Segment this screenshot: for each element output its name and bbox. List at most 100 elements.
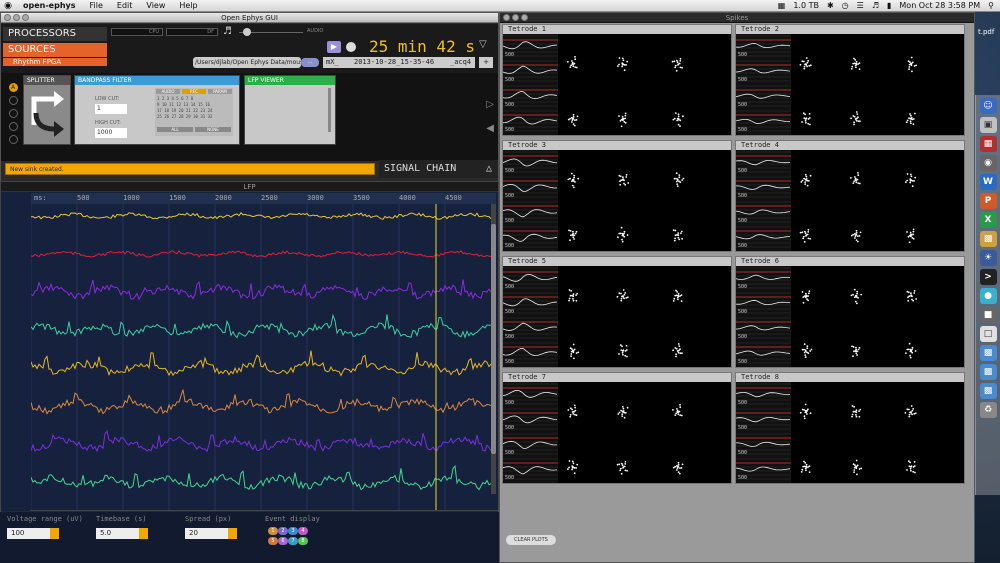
- voltage-range-select[interactable]: 100: [7, 528, 59, 539]
- tetrode-panel[interactable]: Tetrode 4 500 500 500 500: [735, 140, 965, 252]
- splitter-editor[interactable]: SPLITTER: [23, 75, 71, 145]
- tab-audio[interactable]: AUDIO: [156, 89, 180, 94]
- folder-icon[interactable]: ▩: [979, 231, 997, 247]
- calendar-icon[interactable]: ▦: [979, 136, 997, 152]
- speaker-icon[interactable]: ♬: [223, 26, 239, 38]
- chain-selector-c[interactable]: [8, 109, 18, 118]
- minimize-window-button[interactable]: [13, 14, 20, 21]
- menu-app-name[interactable]: open-ephys: [16, 1, 83, 10]
- trash-icon[interactable]: ♻: [979, 402, 997, 418]
- high-cut-input[interactable]: 1000: [95, 128, 127, 138]
- tetrode-panel[interactable]: Tetrode 5 500 500 500 500: [502, 256, 732, 368]
- tetrode-plot[interactable]: 500 500 500 500: [736, 150, 964, 251]
- zoom-window-button[interactable]: [22, 14, 29, 21]
- powerpoint-icon[interactable]: P: [979, 193, 997, 209]
- tetrode-plot[interactable]: 500 500 500 500: [503, 382, 731, 483]
- menu-file[interactable]: File: [83, 1, 110, 10]
- app-icon[interactable]: ☀: [979, 250, 997, 266]
- menu-help[interactable]: Help: [172, 1, 204, 10]
- chevron-left-icon[interactable]: ◀: [486, 123, 494, 134]
- menubar-datetime[interactable]: Mon Oct 28 3:58 PM: [899, 1, 980, 10]
- tetrode-panel[interactable]: Tetrode 6 500 500 500 500: [735, 256, 965, 368]
- spikes-window-titlebar[interactable]: Spikes: [500, 13, 974, 23]
- lfp-scrollbar[interactable]: [491, 204, 496, 494]
- low-cut-input[interactable]: 1: [95, 104, 127, 114]
- record-button[interactable]: [346, 42, 356, 52]
- data-path-field[interactable]: /Users/djlab/Open Ephys Data/mouseX: [193, 57, 301, 68]
- event-button-1[interactable]: 1: [268, 527, 278, 535]
- terminal-icon[interactable]: >: [979, 269, 997, 285]
- select-none-button[interactable]: NONE: [195, 127, 231, 132]
- document-icon[interactable]: □: [979, 326, 997, 342]
- chevron-right-icon[interactable]: ▷: [486, 99, 494, 110]
- disk-label[interactable]: 1.0 TB: [793, 1, 819, 10]
- chain-selector-d[interactable]: [8, 122, 18, 131]
- chain-selector-b[interactable]: [8, 96, 18, 105]
- timebase-select[interactable]: 5.0: [96, 528, 148, 539]
- clear-plots-button[interactable]: CLEAR PLOTS: [506, 535, 556, 545]
- event-button-8[interactable]: 8: [298, 537, 308, 545]
- lfp-window-titlebar[interactable]: LFP: [1, 182, 498, 192]
- battery-icon[interactable]: ▮: [887, 1, 891, 10]
- tetrode-panel[interactable]: Tetrode 1 500 500 500 500: [502, 24, 732, 136]
- excel-icon[interactable]: X: [979, 212, 997, 228]
- filename-suffix-field[interactable]: _acq4: [447, 57, 475, 68]
- dropdown-arrow-icon[interactable]: [50, 528, 59, 539]
- tab-param[interactable]: PARAM: [208, 89, 232, 94]
- filename-prefix-field[interactable]: mX_: [323, 57, 351, 68]
- folder-icon[interactable]: ▩: [979, 364, 997, 380]
- wifi-icon[interactable]: ☰: [857, 1, 864, 10]
- apple-icon[interactable]: ◉: [0, 1, 16, 11]
- bluetooth-icon[interactable]: ✱: [827, 1, 834, 10]
- search-icon[interactable]: ⚲: [988, 1, 994, 10]
- word-icon[interactable]: W: [979, 174, 997, 190]
- chain-selector-e[interactable]: [8, 135, 18, 144]
- browse-path-button[interactable]: ...: [301, 58, 319, 67]
- lfp-trace-plot[interactable]: [31, 204, 491, 510]
- zoom-window-button[interactable]: [521, 14, 528, 21]
- tetrode-panel[interactable]: Tetrode 3 500 500 500 500: [502, 140, 732, 252]
- event-button-6[interactable]: 6: [278, 537, 288, 545]
- desktop-file-label[interactable]: t.pdf: [978, 28, 994, 36]
- tetrode-plot[interactable]: 500 500 500 500: [503, 150, 731, 251]
- clock-icon[interactable]: ◷: [842, 1, 849, 10]
- tetrode-plot[interactable]: 500 500 500 500: [736, 382, 964, 483]
- tetrode-plot[interactable]: 500 500 500 500: [736, 34, 964, 135]
- event-button-5[interactable]: 5: [268, 537, 278, 545]
- tab-rec[interactable]: REC: [182, 89, 206, 94]
- preview-icon[interactable]: ▣: [979, 117, 997, 133]
- sources-tab[interactable]: SOURCES: [3, 43, 107, 57]
- splitter-arrow-icon[interactable]: [24, 85, 70, 143]
- folder-icon[interactable]: ▩: [979, 383, 997, 399]
- main-window-titlebar[interactable]: Open Ephys GUI: [1, 13, 498, 23]
- processors-tab[interactable]: PROCESSORS: [3, 27, 107, 41]
- filename-date-field[interactable]: 2013-10-28_15-35-46: [351, 57, 447, 68]
- volume-icon[interactable]: ♬: [872, 1, 879, 10]
- channel-row[interactable]: 25 26 27 28 29 30 31 32: [157, 114, 231, 120]
- dropdown-arrow-icon[interactable]: [228, 528, 237, 539]
- new-directory-button[interactable]: +: [479, 57, 493, 68]
- tetrode-plot[interactable]: 500 500 500 500: [736, 266, 964, 367]
- chevron-down-icon[interactable]: ▽: [479, 39, 487, 50]
- source-item-rhythm-fpga[interactable]: Rhythm FPGA: [3, 58, 107, 66]
- tetrode-plot[interactable]: 500 500 500 500: [503, 34, 731, 135]
- tetrode-panel[interactable]: Tetrode 8 500 500 500 500: [735, 372, 965, 484]
- dropdown-arrow-icon[interactable]: [139, 528, 148, 539]
- volume-slider-knob[interactable]: [243, 28, 251, 36]
- finder-icon[interactable]: ☺: [979, 98, 997, 114]
- menu-view[interactable]: View: [139, 1, 172, 10]
- close-window-button[interactable]: [4, 14, 11, 21]
- app-icon[interactable]: ■: [979, 307, 997, 323]
- event-button-4[interactable]: 4: [298, 527, 308, 535]
- tetrode-plot[interactable]: 500 500 500 500: [503, 266, 731, 367]
- disk-icon[interactable]: ▦: [778, 1, 786, 10]
- select-all-button[interactable]: ALL: [157, 127, 193, 132]
- menu-edit[interactable]: Edit: [110, 1, 140, 10]
- chain-selector-a[interactable]: A: [8, 83, 18, 92]
- browser-icon[interactable]: ●: [979, 288, 997, 304]
- channel-buttons[interactable]: 1 2 3 4 5 6 7 8 9 10 11 12 13 14 15 16 1…: [155, 95, 233, 121]
- minimize-window-button[interactable]: [512, 14, 519, 21]
- event-button-7[interactable]: 7: [288, 537, 298, 545]
- photo-icon[interactable]: ◉: [979, 155, 997, 171]
- lfp-scrollbar-thumb[interactable]: [491, 224, 496, 454]
